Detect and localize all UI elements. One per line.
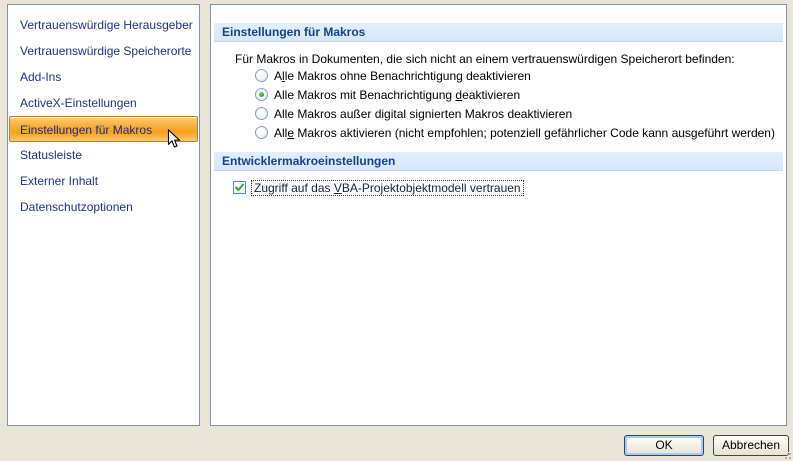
radio-option-label[interactable]: Alle Makros ohne Benachrichtigung deakti… — [274, 69, 531, 83]
macro-radio-group: Alle Makros ohne Benachrichtigung deakti… — [255, 66, 775, 142]
sidebar: Vertrauenswürdige Herausgeber Vertrauens… — [7, 4, 200, 426]
sidebar-item-statusleiste[interactable]: Statusleiste — [8, 142, 199, 168]
sidebar-item-datenschutz[interactable]: Datenschutzoptionen — [8, 194, 199, 220]
ok-button[interactable]: OK — [624, 435, 704, 456]
label-text: Alle Makros mit Benachrichtigung — [274, 87, 456, 102]
radio-button[interactable] — [255, 69, 268, 82]
vba-trust-checkbox-label[interactable]: Zugriff auf das VBA-Projektobjektmodell … — [251, 179, 524, 196]
cancel-button[interactable]: Abbrechen — [713, 435, 789, 456]
label-text: All — [274, 125, 288, 140]
content-panel: Einstellungen für Makros Für Makros in D… — [210, 4, 787, 426]
macro-intro-text: Für Makros in Dokumenten, die sich nicht… — [235, 52, 735, 66]
sidebar-item-externer-inhalt[interactable]: Externer Inhalt — [8, 168, 199, 194]
sidebar-item-makros[interactable]: Einstellungen für Makros — [9, 116, 198, 142]
section-header-developer-macros: Entwicklermakroeinstellungen — [214, 152, 783, 171]
label-text: Alle Makros außer di — [274, 106, 385, 121]
label-accelerator: g — [384, 106, 391, 121]
radio-option-enable-all: Alle Makros aktivieren (nicht empfohlen;… — [255, 123, 775, 142]
label-text: Zugriff auf das — [254, 180, 334, 195]
checkmark-icon — [235, 183, 244, 191]
sidebar-item-activex[interactable]: ActiveX-Einstellungen — [8, 90, 199, 116]
sidebar-item-add-ins[interactable]: Add-Ins — [8, 64, 199, 90]
radio-option-label[interactable]: Alle Makros aktivieren (nicht empfohlen;… — [274, 126, 775, 140]
label-text: ital signierten Makros deaktivieren — [390, 106, 573, 121]
label-accelerator: V — [333, 180, 342, 195]
resize-grip[interactable] — [781, 449, 792, 460]
sidebar-item-speicherorte[interactable]: Vertrauenswürdige Speicherorte — [8, 38, 199, 64]
radio-option-disable-no-notify: Alle Makros ohne Benachrichtigung deakti… — [255, 66, 775, 85]
label-text: A — [274, 68, 283, 83]
vba-trust-checkbox-row: Zugriff auf das VBA-Projektobjektmodell … — [233, 179, 524, 196]
label-text: le Makros ohne Benachrichtigung deaktivi… — [284, 68, 531, 83]
radio-option-label[interactable]: Alle Makros mit Benachrichtigung deaktiv… — [274, 88, 520, 102]
vba-trust-checkbox[interactable] — [233, 181, 246, 194]
sidebar-item-herausgeber[interactable]: Vertrauenswürdige Herausgeber — [8, 12, 199, 38]
radio-button[interactable] — [255, 126, 268, 139]
section-header-macro-settings: Einstellungen für Makros — [214, 23, 783, 42]
label-text: BA-Projektobjektmodell vertrauen — [341, 180, 521, 195]
radio-button[interactable] — [255, 107, 268, 120]
radio-option-disable-with-notify: Alle Makros mit Benachrichtigung deaktiv… — [255, 85, 775, 104]
trust-center-window: Vertrauenswürdige Herausgeber Vertrauens… — [0, 0, 793, 461]
label-text: Makros aktivieren (nicht empfohlen; pote… — [294, 125, 775, 140]
radio-option-label[interactable]: Alle Makros außer digital signierten Mak… — [274, 107, 572, 121]
label-text: eaktivieren — [462, 87, 521, 102]
radio-option-disable-except-signed: Alle Makros außer digital signierten Mak… — [255, 104, 775, 123]
radio-button-selected[interactable] — [255, 88, 268, 101]
